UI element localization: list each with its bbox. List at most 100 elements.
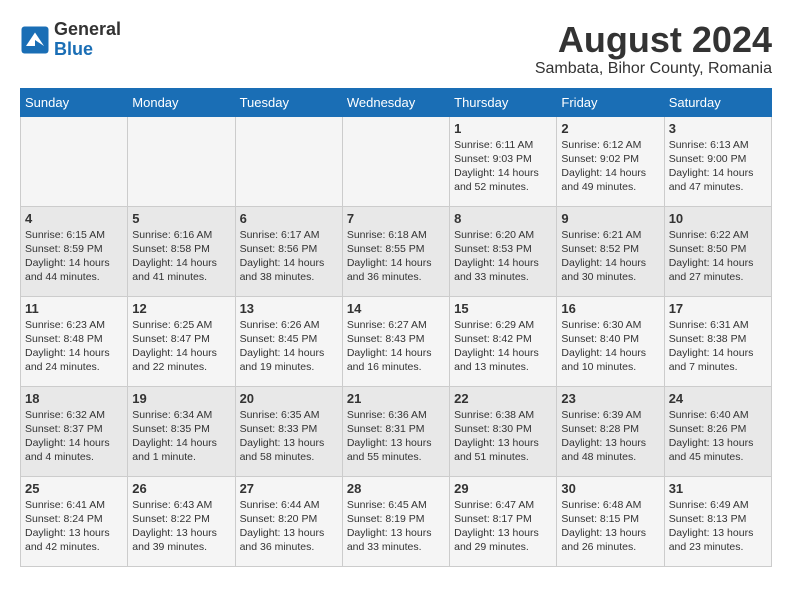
day-cell: 28 Sunrise: 6:45 AM Sunset: 8:19 PM Dayli… xyxy=(342,476,449,566)
day-info: Sunrise: 6:38 AM Sunset: 8:30 PM Dayligh… xyxy=(454,408,552,465)
day-cell: 30 Sunrise: 6:48 AM Sunset: 8:15 PM Dayli… xyxy=(557,476,664,566)
day-cell: 16 Sunrise: 6:30 AM Sunset: 8:40 PM Dayli… xyxy=(557,296,664,386)
day-cell: 7 Sunrise: 6:18 AM Sunset: 8:55 PM Daylig… xyxy=(342,206,449,296)
day-cell: 14 Sunrise: 6:27 AM Sunset: 8:43 PM Dayli… xyxy=(342,296,449,386)
day-number: 19 xyxy=(132,391,230,406)
day-cell: 6Sunrise: 6:17 AM Sunset: 8:56 PM Daylig… xyxy=(235,206,342,296)
day-number: 30 xyxy=(561,481,659,496)
day-number: 23 xyxy=(561,391,659,406)
day-number: 11 xyxy=(25,301,123,316)
day-info: Sunrise: 6:49 AM Sunset: 8:13 PM Dayligh… xyxy=(669,498,767,555)
day-info: Sunrise: 6:23 AM Sunset: 8:48 PM Dayligh… xyxy=(25,318,123,375)
day-cell xyxy=(235,116,342,206)
weekday-header-row: SundayMondayTuesdayWednesdayThursdayFrid… xyxy=(21,88,772,116)
day-number: 3 xyxy=(669,121,767,136)
day-cell: 31 Sunrise: 6:49 AM Sunset: 8:13 PM Dayli… xyxy=(664,476,771,566)
week-row-3: 11 Sunrise: 6:23 AM Sunset: 8:48 PM Dayli… xyxy=(21,296,772,386)
day-cell: 26Sunrise: 6:43 AM Sunset: 8:22 PM Dayli… xyxy=(128,476,235,566)
day-number: 20 xyxy=(240,391,338,406)
day-cell: 24 Sunrise: 6:40 AM Sunset: 8:26 PM Dayli… xyxy=(664,386,771,476)
day-info: Sunrise: 6:18 AM Sunset: 8:55 PM Dayligh… xyxy=(347,228,445,285)
weekday-header-sunday: Sunday xyxy=(21,88,128,116)
day-cell: 19 Sunrise: 6:34 AM Sunset: 8:35 PM Dayli… xyxy=(128,386,235,476)
location: Sambata, Bihor County, Romania xyxy=(535,60,772,78)
day-info: Sunrise: 6:27 AM Sunset: 8:43 PM Dayligh… xyxy=(347,318,445,375)
day-info: Sunrise: 6:29 AM Sunset: 8:42 PM Dayligh… xyxy=(454,318,552,375)
day-cell: 22 Sunrise: 6:38 AM Sunset: 8:30 PM Dayli… xyxy=(450,386,557,476)
weekday-header-wednesday: Wednesday xyxy=(342,88,449,116)
weekday-header-saturday: Saturday xyxy=(664,88,771,116)
day-info: Sunrise: 6:45 AM Sunset: 8:19 PM Dayligh… xyxy=(347,498,445,555)
month-year: August 2024 xyxy=(535,20,772,60)
day-number: 13 xyxy=(240,301,338,316)
day-number: 9 xyxy=(561,211,659,226)
day-number: 22 xyxy=(454,391,552,406)
day-number: 25 xyxy=(25,481,123,496)
day-info: Sunrise: 6:15 AM Sunset: 8:59 PM Dayligh… xyxy=(25,228,123,285)
day-number: 27 xyxy=(240,481,338,496)
week-row-4: 18 Sunrise: 6:32 AM Sunset: 8:37 PM Dayli… xyxy=(21,386,772,476)
day-cell: 1Sunrise: 6:11 AM Sunset: 9:03 PM Daylig… xyxy=(450,116,557,206)
day-number: 24 xyxy=(669,391,767,406)
day-number: 4 xyxy=(25,211,123,226)
day-info: Sunrise: 6:26 AM Sunset: 8:45 PM Dayligh… xyxy=(240,318,338,375)
day-cell: 12 Sunrise: 6:25 AM Sunset: 8:47 PM Dayli… xyxy=(128,296,235,386)
day-number: 29 xyxy=(454,481,552,496)
day-cell: 3 Sunrise: 6:13 AM Sunset: 9:00 PM Daylig… xyxy=(664,116,771,206)
day-info: Sunrise: 6:47 AM Sunset: 8:17 PM Dayligh… xyxy=(454,498,552,555)
calendar: SundayMondayTuesdayWednesdayThursdayFrid… xyxy=(20,88,772,567)
day-number: 26 xyxy=(132,481,230,496)
weekday-header-monday: Monday xyxy=(128,88,235,116)
header: General Blue August 2024 Sambata, Bihor … xyxy=(20,20,772,78)
day-cell: 10Sunrise: 6:22 AM Sunset: 8:50 PM Dayli… xyxy=(664,206,771,296)
day-cell: 23Sunrise: 6:39 AM Sunset: 8:28 PM Dayli… xyxy=(557,386,664,476)
day-info: Sunrise: 6:11 AM Sunset: 9:03 PM Dayligh… xyxy=(454,138,552,195)
day-info: Sunrise: 6:41 AM Sunset: 8:24 PM Dayligh… xyxy=(25,498,123,555)
day-cell: 27 Sunrise: 6:44 AM Sunset: 8:20 PM Dayli… xyxy=(235,476,342,566)
day-number: 28 xyxy=(347,481,445,496)
day-info: Sunrise: 6:13 AM Sunset: 9:00 PM Dayligh… xyxy=(669,138,767,195)
day-info: Sunrise: 6:17 AM Sunset: 8:56 PM Dayligh… xyxy=(240,228,338,285)
day-cell: 11 Sunrise: 6:23 AM Sunset: 8:48 PM Dayli… xyxy=(21,296,128,386)
day-cell: 5Sunrise: 6:16 AM Sunset: 8:58 PM Daylig… xyxy=(128,206,235,296)
day-number: 2 xyxy=(561,121,659,136)
title-block: August 2024 Sambata, Bihor County, Roman… xyxy=(535,20,772,78)
day-cell: 8Sunrise: 6:20 AM Sunset: 8:53 PM Daylig… xyxy=(450,206,557,296)
day-info: Sunrise: 6:35 AM Sunset: 8:33 PM Dayligh… xyxy=(240,408,338,465)
day-info: Sunrise: 6:44 AM Sunset: 8:20 PM Dayligh… xyxy=(240,498,338,555)
day-info: Sunrise: 6:30 AM Sunset: 8:40 PM Dayligh… xyxy=(561,318,659,375)
day-cell: 15Sunrise: 6:29 AM Sunset: 8:42 PM Dayli… xyxy=(450,296,557,386)
day-cell: 18 Sunrise: 6:32 AM Sunset: 8:37 PM Dayli… xyxy=(21,386,128,476)
day-number: 14 xyxy=(347,301,445,316)
logo-icon xyxy=(20,25,50,55)
day-number: 31 xyxy=(669,481,767,496)
day-info: Sunrise: 6:36 AM Sunset: 8:31 PM Dayligh… xyxy=(347,408,445,465)
day-cell: 17Sunrise: 6:31 AM Sunset: 8:38 PM Dayli… xyxy=(664,296,771,386)
day-number: 7 xyxy=(347,211,445,226)
day-cell xyxy=(128,116,235,206)
day-cell: 9 Sunrise: 6:21 AM Sunset: 8:52 PM Daylig… xyxy=(557,206,664,296)
logo-general: General xyxy=(54,20,121,40)
day-number: 5 xyxy=(132,211,230,226)
day-number: 18 xyxy=(25,391,123,406)
day-info: Sunrise: 6:21 AM Sunset: 8:52 PM Dayligh… xyxy=(561,228,659,285)
day-cell: 29 Sunrise: 6:47 AM Sunset: 8:17 PM Dayli… xyxy=(450,476,557,566)
day-info: Sunrise: 6:32 AM Sunset: 8:37 PM Dayligh… xyxy=(25,408,123,465)
day-cell xyxy=(21,116,128,206)
day-info: Sunrise: 6:40 AM Sunset: 8:26 PM Dayligh… xyxy=(669,408,767,465)
day-number: 21 xyxy=(347,391,445,406)
day-cell: 20 Sunrise: 6:35 AM Sunset: 8:33 PM Dayli… xyxy=(235,386,342,476)
day-cell: 13 Sunrise: 6:26 AM Sunset: 8:45 PM Dayli… xyxy=(235,296,342,386)
day-number: 16 xyxy=(561,301,659,316)
day-info: Sunrise: 6:34 AM Sunset: 8:35 PM Dayligh… xyxy=(132,408,230,465)
day-cell: 21 Sunrise: 6:36 AM Sunset: 8:31 PM Dayli… xyxy=(342,386,449,476)
logo-blue: Blue xyxy=(54,40,121,60)
day-info: Sunrise: 6:48 AM Sunset: 8:15 PM Dayligh… xyxy=(561,498,659,555)
week-row-1: 1Sunrise: 6:11 AM Sunset: 9:03 PM Daylig… xyxy=(21,116,772,206)
day-number: 12 xyxy=(132,301,230,316)
weekday-header-friday: Friday xyxy=(557,88,664,116)
day-info: Sunrise: 6:25 AM Sunset: 8:47 PM Dayligh… xyxy=(132,318,230,375)
day-cell: 2Sunrise: 6:12 AM Sunset: 9:02 PM Daylig… xyxy=(557,116,664,206)
day-info: Sunrise: 6:31 AM Sunset: 8:38 PM Dayligh… xyxy=(669,318,767,375)
logo-text: General Blue xyxy=(54,20,121,60)
